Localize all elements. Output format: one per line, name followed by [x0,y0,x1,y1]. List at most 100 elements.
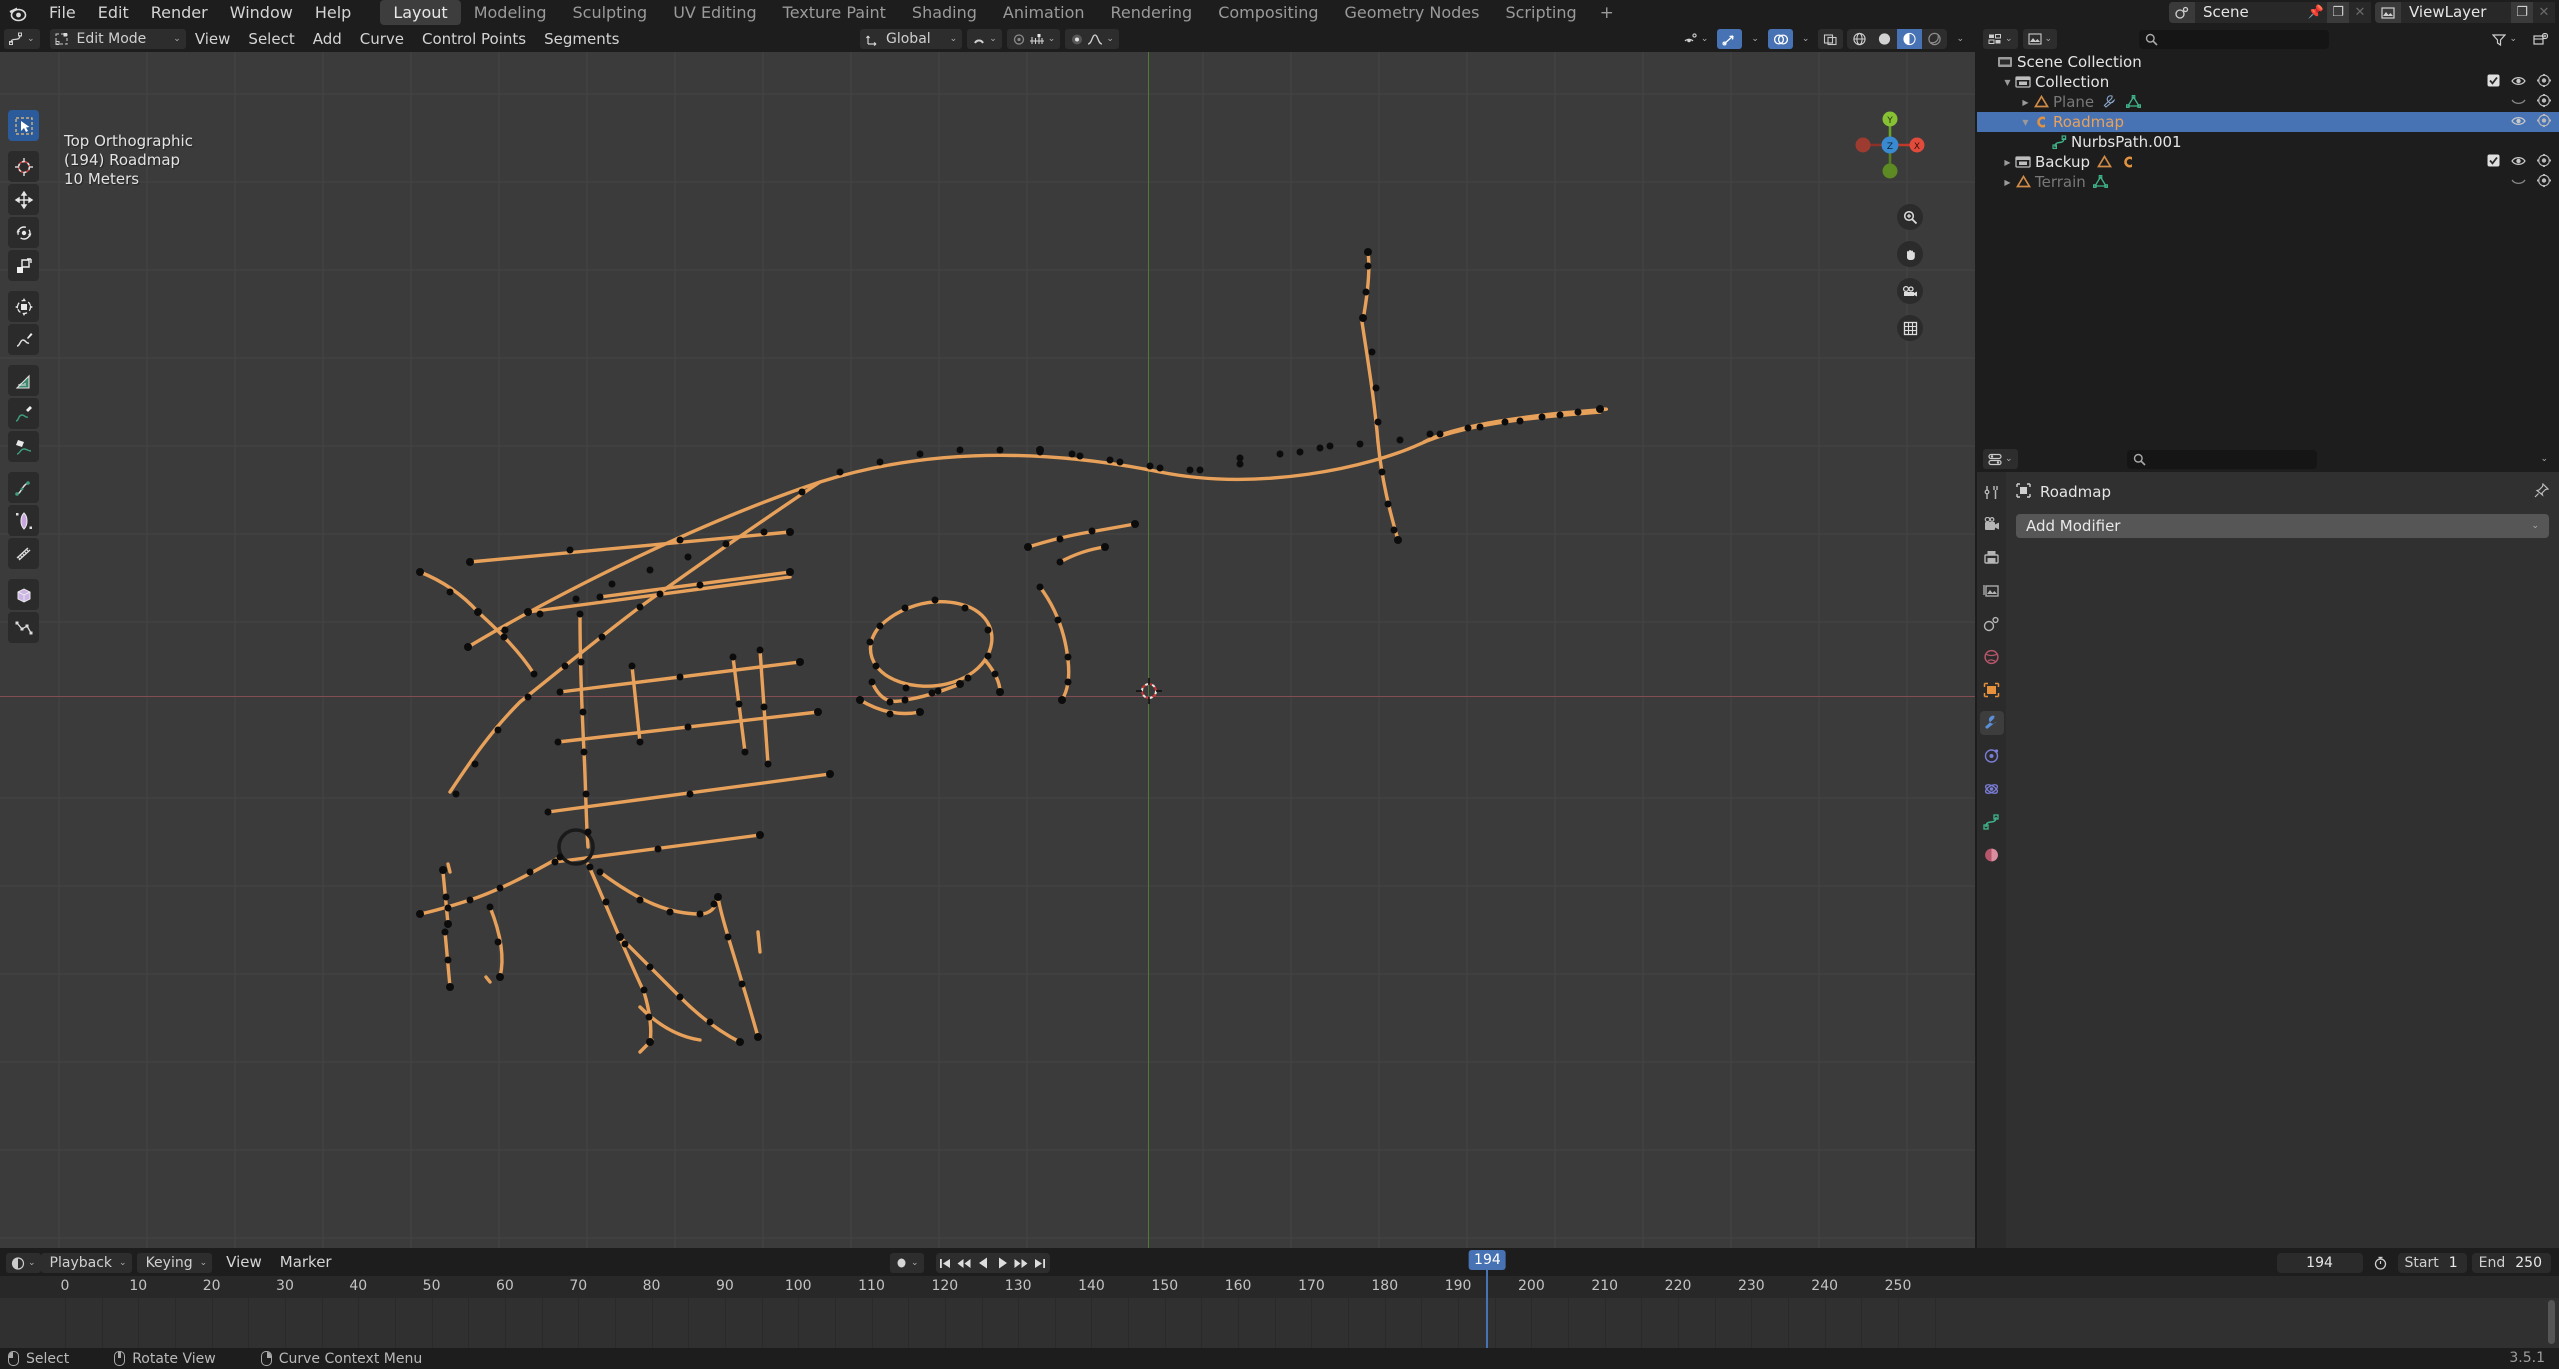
top-menu-help[interactable]: Help [304,2,362,24]
keying-set-icon[interactable]: ⌄ [890,1253,924,1273]
gizmo-dropdown[interactable]: ⌄ [1746,29,1764,49]
timeline-menu-playback[interactable]: Playback ⌄ [40,1253,132,1273]
properties-options-button[interactable]: ⌄ [2535,449,2553,469]
workspace-tab-animation[interactable]: Animation [990,0,1098,25]
blender-logo-icon[interactable] [6,2,28,24]
exclude-checkbox[interactable] [2487,73,2500,91]
top-menu-window[interactable]: Window [219,2,304,24]
outliner-tree[interactable]: Scene Collection ▼ Collection ▶ Plane ▼ Roadma… [1977,52,2559,192]
top-menu-edit[interactable]: Edit [87,2,140,24]
viewport-menu-curve[interactable]: Curve [351,30,413,48]
workspace-tab-geometry-nodes[interactable]: Geometry Nodes [1332,0,1493,25]
scene-tab[interactable] [1980,612,2004,636]
viewlayer-selector[interactable]: ViewLayer ❐ ✕ [2375,2,2555,23]
pan-hand-icon[interactable] [1897,241,1923,267]
measure-tool[interactable] [8,365,39,396]
workspace-tab-shading[interactable]: Shading [899,0,990,25]
disclosure-collapsed-icon[interactable]: ▶ [2001,178,2014,187]
timeline-menu-view[interactable]: View [217,1253,271,1273]
new-collection-icon[interactable] [2528,29,2553,49]
tilt-tool[interactable] [8,505,39,536]
zoom-icon[interactable] [1897,204,1923,230]
viewlayer-name[interactable]: ViewLayer [2401,2,2511,23]
outliner-row-roadmap[interactable]: ▼ Roadmap [1977,112,2559,132]
extrude-curve-tool[interactable] [8,431,39,462]
disclosure-expanded-icon[interactable]: ▼ [2001,78,2014,87]
transform-orientation-dropdown[interactable]: Global ⌄ [860,29,963,49]
render-visibility-icon[interactable] [2537,93,2551,111]
material-tab[interactable] [1980,843,2004,867]
workspace-tab-layout[interactable]: Layout [380,0,461,25]
properties-editor[interactable]: ⌄ ⌄ Roadmap Add Modifier ⌄ [1977,446,2559,1248]
jump-to-start-icon[interactable] [935,1253,955,1273]
shading-dropdown[interactable]: ⌄ [1951,29,1969,49]
render-visibility-icon[interactable] [2537,113,2551,131]
top-menu-render[interactable]: Render [140,2,219,24]
outliner-search-input[interactable] [2138,29,2329,49]
render-tab[interactable] [1980,513,2004,537]
view-layer-tab[interactable] [1980,579,2004,603]
overlays-toggle[interactable] [1767,29,1793,49]
playhead-frame-label[interactable]: 194 [1469,1250,1506,1270]
object-visibility-dropdown[interactable]: ⌄ [1678,29,1714,49]
move-tool[interactable] [8,184,39,215]
render-visibility-icon[interactable] [2537,153,2551,171]
roadmap-curve-network[interactable] [0,52,1975,1248]
outliner-row-collection[interactable]: ▼ Collection [1977,72,2559,92]
outliner-row-terrain[interactable]: ▶ Terrain [1977,172,2559,192]
gizmo-toggle[interactable] [1717,29,1743,49]
rotate-tool[interactable] [8,217,39,248]
top-menu-file[interactable]: File [38,2,87,24]
overlays-dropdown[interactable]: ⌄ [1797,29,1815,49]
object-tab[interactable] [1980,678,2004,702]
falloff-selector[interactable]: ⌄ [1065,29,1119,49]
add-workspace-button[interactable]: + [1590,3,1624,23]
current-frame-field[interactable]: 194 [2276,1253,2363,1273]
workspace-tab-compositing[interactable]: Compositing [1205,0,1331,25]
filter-icon[interactable]: ⌄ [2487,29,2522,49]
workspace-tab-modeling[interactable]: Modeling [461,0,560,25]
timeline-ruler[interactable]: 0 10 20 30 40 50 60 70 80 90 100 110 120 130 140 150 160… [0,1276,2559,1298]
properties-search-input[interactable] [2126,449,2317,469]
tweak-select-box-tool[interactable] [8,110,39,141]
visibility-eye-icon[interactable] [2511,153,2526,171]
workspace-tab-uv-editing[interactable]: UV Editing [660,0,769,25]
modifier-tab[interactable] [1979,711,2004,735]
outliner-row-plane[interactable]: ▶ Plane [1977,92,2559,112]
render-visibility-icon[interactable] [2537,73,2551,91]
editor-type-curve-icon[interactable]: ⌄ [4,29,40,49]
end-frame-field[interactable]: End 250 [2471,1253,2551,1273]
object-data-tab[interactable] [1980,810,2004,834]
toggle-ortho-persp-icon[interactable] [1897,315,1923,341]
solid-shading-icon[interactable] [1872,29,1898,49]
snap-toggle[interactable]: ⌄ [967,29,1002,49]
workspace-tab-scripting[interactable]: Scripting [1492,0,1589,25]
viewport-menu-control-points[interactable]: Control Points [413,30,535,48]
xray-toggle[interactable] [1818,29,1844,49]
transform-tool[interactable] [8,291,39,322]
close-icon[interactable]: ✕ [2533,2,2555,23]
outliner-row-scene-collection[interactable]: Scene Collection [1977,52,2559,72]
draw-curve-tool[interactable] [8,398,39,429]
timeline-menu-marker[interactable]: Marker [271,1253,341,1273]
output-tab[interactable] [1980,546,2004,570]
timeline-scrollbar[interactable] [2548,1300,2555,1344]
play-reverse-icon[interactable] [973,1253,993,1273]
jump-to-end-icon[interactable] [1030,1253,1050,1273]
close-icon[interactable]: ✕ [2349,2,2371,23]
to-sphere-tool[interactable] [8,579,39,610]
viewport-canvas[interactable]: Top Orthographic (194) Roadmap 10 Meters… [0,52,1975,1248]
playhead-line[interactable] [1486,1270,1489,1348]
jump-next-keyframe-icon[interactable] [1011,1253,1031,1273]
cursor-tool[interactable] [8,151,39,182]
exclude-checkbox[interactable] [2487,153,2500,171]
auto-keying-icon[interactable] [2368,1253,2393,1273]
viewport-menu-add[interactable]: Add [304,30,351,48]
viewport-menu-segments[interactable]: Segments [535,30,628,48]
duplicate-icon[interactable]: ❐ [2327,2,2349,23]
workspace-tab-texture-paint[interactable]: Texture Paint [770,0,899,25]
tool-tab[interactable] [1980,480,2004,504]
start-frame-field[interactable]: Start 1 [2397,1253,2467,1273]
annotate-tool[interactable] [8,324,39,355]
mode-selector[interactable]: Edit Mode ⌄ [49,29,186,49]
